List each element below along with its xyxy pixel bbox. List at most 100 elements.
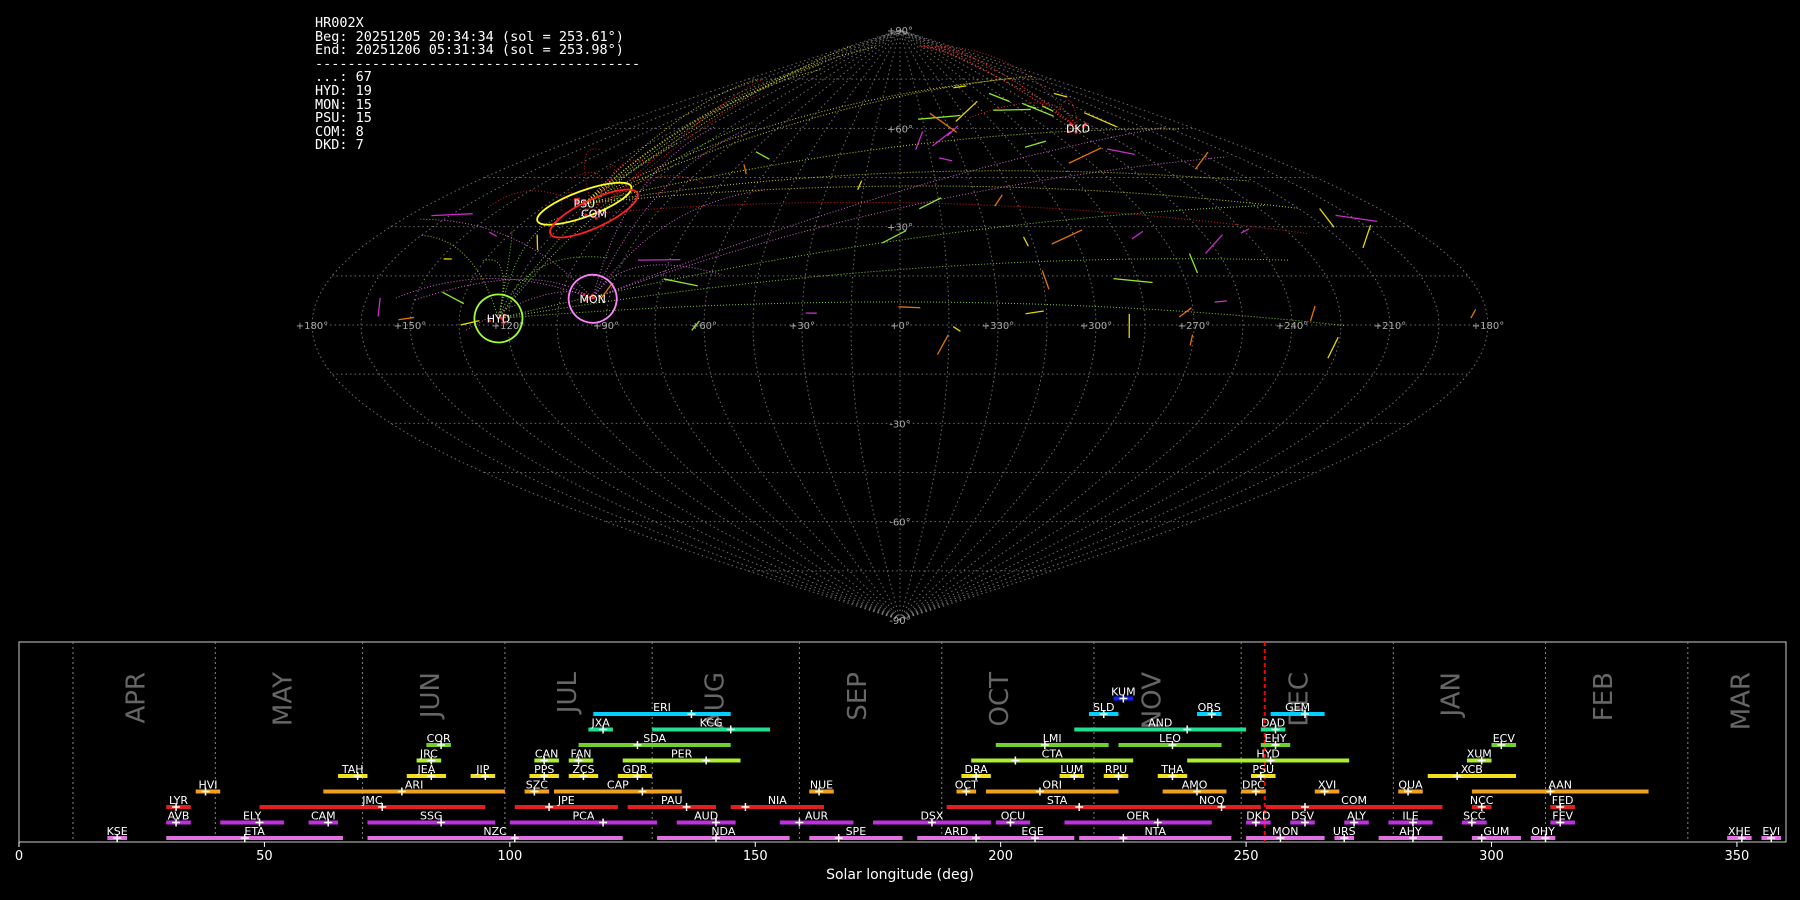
- radiant-track: [498, 204, 1266, 319]
- latitude-label: -60°: [889, 518, 910, 529]
- meteor-track: [1053, 92, 1068, 98]
- meteor-track: [919, 197, 942, 210]
- radiant-markers: PSUCOMHYDMONDKD: [473, 122, 1090, 344]
- shower-label: LMI: [1043, 732, 1062, 745]
- shower-label: OCU: [1001, 810, 1025, 823]
- meteor-track: [1022, 236, 1029, 247]
- info-panel: HR002X Beg: 20251205 20:34:34 (sol = 253…: [315, 16, 640, 153]
- shower-label: SDA: [643, 732, 666, 745]
- radiant-track: [592, 128, 747, 299]
- radiant-track: [419, 234, 499, 319]
- shower-label: AUD: [694, 810, 718, 823]
- shower-label: KCG: [700, 717, 723, 730]
- shower-label: COR: [427, 732, 451, 745]
- shower-label: DAD: [1261, 717, 1285, 730]
- shower-label: SCC: [1463, 810, 1486, 823]
- shower-label: PAU: [661, 794, 683, 807]
- shower-label: AMO: [1182, 779, 1208, 792]
- radiant-label: HYD: [487, 312, 510, 325]
- radiant-track: [592, 126, 1165, 300]
- shower-label: FED: [1552, 794, 1574, 807]
- radiant-track: [498, 301, 1347, 327]
- shower-label: SLD: [1093, 701, 1115, 714]
- shower-label: JEA: [417, 763, 436, 776]
- shower-label: FAN: [570, 748, 591, 761]
- meteor-track: [1051, 229, 1083, 245]
- radiant-track: [497, 216, 563, 319]
- shower-label: ILE: [1402, 810, 1418, 823]
- shower-label: LYR: [169, 794, 188, 807]
- shower-label: STA: [1047, 794, 1068, 807]
- radiant-label: COM: [581, 208, 607, 221]
- radiant-track: [584, 170, 1249, 205]
- shower-label: XVI: [1318, 779, 1336, 792]
- meteor-track: [663, 278, 698, 287]
- shower-label: JPE: [557, 794, 575, 807]
- shower-label: PSU: [1252, 763, 1274, 776]
- meteor-track: [1204, 234, 1224, 254]
- meteor-track: [1131, 230, 1144, 240]
- shower-label: ELY: [243, 810, 262, 823]
- meteor-track: [857, 180, 863, 191]
- shower-label: XUM: [1467, 748, 1492, 761]
- longitude-label: +180°: [1472, 321, 1504, 332]
- meteor-track: [955, 100, 978, 122]
- longitude-label: +60°: [691, 321, 717, 332]
- shower-label: NOO: [1199, 794, 1225, 807]
- meteor-track: [1214, 300, 1227, 303]
- meteor-track: [994, 194, 1003, 207]
- longitude-label: +300°: [1080, 321, 1112, 332]
- shower-label: SZC: [526, 779, 549, 792]
- radiant-track: [584, 75, 1033, 205]
- meteor-track: [1041, 270, 1050, 290]
- shower-label: JMC: [361, 794, 383, 807]
- shower-label: KUM: [1111, 686, 1135, 699]
- shower-label: PER: [671, 748, 693, 761]
- shower-label: NDA: [711, 825, 736, 838]
- month-label: OCT: [985, 672, 1015, 727]
- longitude-label: +330°: [982, 321, 1014, 332]
- shower-label: AND: [1148, 717, 1172, 730]
- meteor-track: [993, 108, 1031, 111]
- shower-label: AAN: [1548, 779, 1572, 792]
- meteor-track: [1113, 277, 1153, 284]
- latitude-label: +60°: [887, 124, 913, 135]
- meteor-track: [1178, 307, 1192, 318]
- shower-label: EVI: [1762, 825, 1780, 838]
- shower-label: GEM: [1285, 701, 1310, 714]
- longitude-label: +30°: [789, 321, 815, 332]
- shower-timeline: APR MAY JUN JUL AUG SEP OCT NOV DEC JAN FEB MAR KUM…: [15, 641, 1787, 864]
- month-label: JUN: [416, 672, 446, 720]
- meteor-track: [1189, 334, 1194, 346]
- shower-label: URS: [1333, 825, 1356, 838]
- shower-label: EGE: [1021, 825, 1043, 838]
- radiant-label: DKD: [1066, 122, 1090, 135]
- shower-label: DSV: [1291, 810, 1314, 823]
- shower-label: OER: [1126, 810, 1150, 823]
- shower-label: OCT: [955, 779, 978, 792]
- meteor-track: [743, 164, 747, 175]
- meteor-track: [1107, 148, 1135, 156]
- shower-label: ALY: [1347, 810, 1366, 823]
- x-tick-label: 350: [1725, 849, 1750, 864]
- meteor-track: [932, 131, 952, 147]
- x-tick-label: 150: [743, 849, 768, 864]
- shower-label: RPU: [1105, 763, 1127, 776]
- shower-label: ORS: [1198, 701, 1221, 714]
- shower-label: NUE: [810, 779, 833, 792]
- month-label: DEC: [1285, 672, 1315, 727]
- x-tick-label: 300: [1479, 849, 1504, 864]
- x-tick-label: 50: [256, 849, 273, 864]
- shower-label: NTA: [1144, 825, 1166, 838]
- longitude-label: +210°: [1374, 321, 1406, 332]
- x-tick-label: 250: [1234, 849, 1259, 864]
- meteor-track: [755, 151, 770, 160]
- radiant-track: [481, 259, 504, 319]
- shower-label: AHY: [1399, 825, 1422, 838]
- radiant-track: [414, 278, 593, 301]
- meteor-track: [918, 114, 961, 120]
- radiant-track: [922, 45, 1079, 129]
- shower-label: QUA: [1398, 779, 1423, 792]
- meteor-track: [1024, 140, 1047, 148]
- shower-label: DPC: [1242, 779, 1265, 792]
